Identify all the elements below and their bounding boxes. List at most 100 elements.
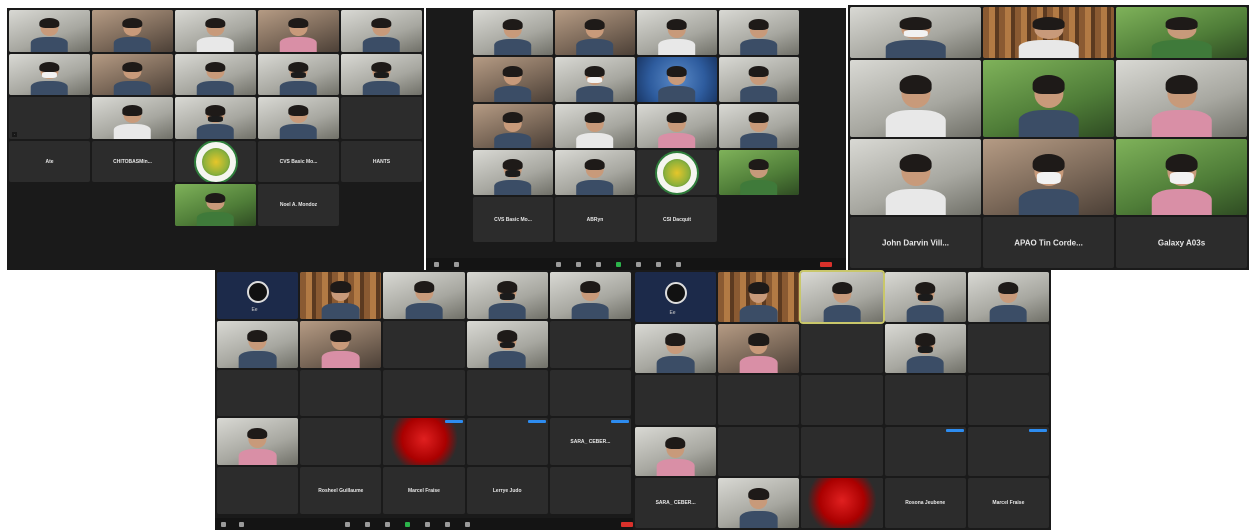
participant-video-tile[interactable] — [983, 138, 1114, 215]
more-icon[interactable] — [676, 262, 681, 267]
participant-tile-video-off[interactable] — [967, 323, 1049, 374]
video-camera-icon[interactable] — [454, 262, 459, 267]
participant-video-tile[interactable] — [1116, 7, 1247, 58]
participant-video-tile[interactable] — [466, 272, 548, 319]
participant-tile-video-off[interactable]: ABRyn — [555, 197, 635, 242]
participant-video-tile[interactable] — [1116, 60, 1247, 137]
participant-video-tile[interactable] — [473, 56, 553, 102]
share-screen-icon[interactable] — [616, 262, 621, 267]
reactions-icon[interactable] — [445, 522, 450, 527]
end-meeting-button[interactable] — [820, 262, 832, 267]
participant-tile-video-off[interactable] — [300, 369, 382, 417]
participant-tile-video-off[interactable] — [217, 369, 299, 417]
security-icon[interactable] — [345, 522, 350, 527]
participant-tile-video-off[interactable] — [801, 375, 883, 425]
participant-tile-video-off[interactable] — [217, 467, 299, 514]
participant-video-tile[interactable] — [555, 56, 635, 102]
participant-tile-video-off[interactable] — [300, 418, 382, 466]
participant-video-tile[interactable] — [719, 10, 799, 55]
participant-video-tile[interactable] — [719, 150, 799, 196]
participant-video-tile[interactable] — [983, 7, 1114, 58]
participant-tile-video-off[interactable] — [884, 426, 966, 477]
participant-video-tile[interactable] — [635, 426, 717, 477]
participant-tile-video-off[interactable] — [718, 426, 800, 477]
participant-video-tile[interactable] — [850, 60, 981, 137]
participant-video-tile-active-speaker[interactable] — [799, 270, 885, 324]
participant-tile-video-off[interactable]: · — [9, 97, 90, 139]
reactions-icon[interactable] — [656, 262, 661, 267]
participant-tile-video-off[interactable]: CVS Basic Mo... — [258, 140, 339, 183]
participant-tile-video-off[interactable]: APAO Tin Corde... — [983, 217, 1114, 268]
participant-video-tile[interactable] — [300, 272, 382, 319]
record-icon[interactable] — [425, 522, 430, 527]
participant-video-tile[interactable] — [555, 103, 635, 149]
participant-tile-video-off[interactable] — [718, 375, 800, 425]
participant-tile-logo[interactable] — [175, 140, 256, 183]
participant-video-tile[interactable] — [719, 103, 799, 149]
participant-video-tile[interactable] — [175, 97, 256, 139]
participant-video-tile[interactable] — [175, 53, 256, 96]
participant-video-tile[interactable] — [1116, 138, 1247, 215]
participant-tile-video-off[interactable]: Rosheel Guillaume — [300, 467, 382, 514]
participant-video-tile[interactable] — [718, 323, 800, 374]
participant-video-tile[interactable] — [473, 10, 553, 55]
participant-tile-video-off[interactable] — [383, 369, 465, 417]
participant-tile-video-off[interactable] — [884, 375, 966, 425]
participant-video-tile[interactable] — [967, 272, 1049, 322]
participant-video-tile[interactable] — [175, 10, 256, 52]
participant-video-tile[interactable] — [555, 10, 635, 55]
participant-tile-video-off[interactable]: John Darvin Vill... — [850, 217, 981, 268]
participant-video-tile[interactable] — [850, 138, 981, 215]
record-icon[interactable] — [636, 262, 641, 267]
participant-video-tile[interactable] — [217, 320, 299, 368]
participant-tile-video-off[interactable]: Noel A. Mondoz — [258, 184, 339, 226]
chat-icon[interactable] — [596, 262, 601, 267]
participants-icon[interactable] — [576, 262, 581, 267]
participant-tile-obs[interactable]: Ee — [217, 272, 299, 319]
participant-tile-video-off[interactable] — [801, 426, 883, 477]
participant-video-tile[interactable] — [718, 478, 800, 528]
participant-video-tile[interactable] — [258, 97, 339, 139]
participant-video-tile[interactable] — [341, 53, 422, 96]
share-screen-icon[interactable] — [405, 522, 410, 527]
participant-tile-video-off[interactable] — [801, 323, 883, 374]
participant-tile-video-off[interactable] — [549, 320, 631, 368]
participant-video-tile[interactable] — [92, 10, 173, 52]
participant-tile-video-off[interactable] — [466, 369, 548, 417]
participant-tile-video-off[interactable] — [635, 375, 717, 425]
security-icon[interactable] — [556, 262, 561, 267]
participant-video-tile[interactable] — [175, 184, 256, 226]
participant-tile-video-off[interactable]: Galaxy A03s — [1116, 217, 1247, 268]
participant-video-tile[interactable] — [801, 478, 883, 528]
participant-video-tile[interactable] — [718, 272, 800, 322]
participant-video-tile[interactable] — [637, 56, 717, 102]
participant-video-tile[interactable] — [466, 320, 548, 368]
participant-tile-video-off[interactable]: Marcel Fraise — [383, 467, 465, 514]
participant-tile-video-off[interactable] — [341, 97, 422, 139]
participant-tile-video-off[interactable]: Lerrye Judo — [466, 467, 548, 514]
participant-video-tile[interactable] — [555, 150, 635, 196]
participant-video-tile[interactable] — [383, 418, 465, 466]
participant-tile-video-off[interactable]: Rosona Jeubene — [884, 478, 966, 528]
participant-video-tile[interactable] — [635, 323, 717, 374]
participant-video-tile[interactable] — [983, 60, 1114, 137]
participant-video-tile[interactable] — [383, 272, 465, 319]
participant-tile-logo[interactable] — [637, 150, 717, 196]
participant-video-tile[interactable] — [637, 10, 717, 55]
participant-tile-obs[interactable]: Ee — [635, 272, 717, 322]
video-camera-icon[interactable] — [239, 522, 244, 527]
participant-video-tile[interactable] — [92, 97, 173, 139]
participant-video-tile[interactable] — [258, 10, 339, 52]
participant-tile-video-off[interactable] — [549, 467, 631, 514]
participant-video-tile[interactable] — [300, 320, 382, 368]
participant-video-tile[interactable] — [217, 418, 299, 466]
participant-tile-video-off[interactable] — [466, 418, 548, 466]
participant-video-tile[interactable] — [258, 53, 339, 96]
participant-video-tile[interactable] — [9, 10, 90, 52]
participant-video-tile[interactable] — [884, 272, 966, 322]
participant-tile-video-off[interactable] — [383, 320, 465, 368]
participant-tile-video-off[interactable]: Marcel Fraise — [967, 478, 1049, 528]
participant-video-tile[interactable] — [884, 323, 966, 374]
chat-icon[interactable] — [385, 522, 390, 527]
participant-tile-video-off[interactable]: CSI Dacquit — [637, 197, 717, 242]
